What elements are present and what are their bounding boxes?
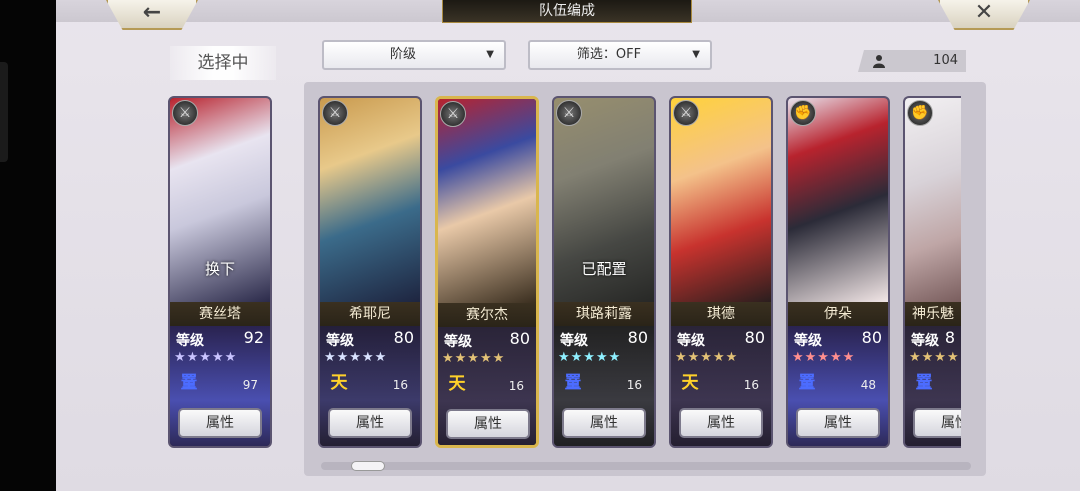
unit-name: 琪路莉露 bbox=[554, 302, 654, 326]
attributes-button[interactable]: 属性 bbox=[328, 408, 412, 438]
unit-card[interactable]: ⚔ 赛尔杰 等级 80 ★★★★★ 天 16 属性 bbox=[435, 96, 539, 448]
chevron-down-icon: ▼ bbox=[486, 49, 494, 60]
level-label: 等级 bbox=[176, 333, 204, 349]
unit-name: 伊朵 bbox=[788, 302, 888, 326]
level-label: 等级 bbox=[677, 333, 705, 349]
gauntlet-icon: ✊ bbox=[790, 100, 816, 126]
swap-out-label: 换下 bbox=[204, 260, 235, 278]
unit-card[interactable]: ⚔ 已配置 琪路莉露 等级 80 ★★★★★ 罿 16 属性 bbox=[552, 96, 656, 448]
unit-name: 赛尔杰 bbox=[438, 303, 536, 327]
star-rating: ★★★★★ bbox=[675, 350, 739, 365]
unit-count: 104 bbox=[858, 50, 966, 72]
level-label: 等级 bbox=[794, 333, 822, 349]
level-value: 80 bbox=[509, 329, 530, 348]
status-overlay-label: 已配置 bbox=[581, 260, 627, 278]
star-rating: ★★★★★ bbox=[324, 350, 388, 365]
level-value: 80 bbox=[627, 328, 648, 347]
sub-value: 48 bbox=[860, 378, 876, 392]
unit-name: 琪德 bbox=[671, 302, 771, 326]
star-rating: ★★★★★ bbox=[792, 350, 856, 365]
device-notch bbox=[0, 62, 8, 162]
party-formation-screen: ← 队伍编成 ✕ 选择中 阶级 ▼ 筛选：OFF ▼ 104 ⚔ 换下 赛丝塔 … bbox=[56, 0, 1080, 491]
sub-value: 16 bbox=[392, 378, 408, 392]
filter-dropdown-label: 筛选：OFF bbox=[576, 47, 642, 62]
attributes-button[interactable]: 属性 bbox=[796, 408, 880, 438]
unit-stats: 等级 80 ★★★★★ 天 16 属性 bbox=[671, 326, 771, 446]
sword-icon: ⚔ bbox=[322, 100, 348, 126]
level-label: 等级 bbox=[444, 334, 472, 350]
rank-badge-icon: 罿 bbox=[180, 373, 198, 393]
attributes-button[interactable]: 属性 bbox=[913, 408, 961, 438]
unit-stats: 等级 80 ★★★★★ 天 16 属性 bbox=[438, 327, 536, 445]
level-value: 8 bbox=[944, 328, 955, 347]
rank-badge-icon: 罿 bbox=[915, 373, 933, 393]
unit-stats: 等级 80 ★★★★★ 天 16 属性 bbox=[320, 326, 420, 446]
level-value: 80 bbox=[744, 328, 765, 347]
device-bezel bbox=[0, 0, 56, 491]
sword-icon: ⚔ bbox=[673, 100, 699, 126]
attributes-button[interactable]: 属性 bbox=[446, 409, 530, 439]
star-rating: ★★★★★ bbox=[174, 350, 238, 365]
rank-badge-icon: 罿 bbox=[798, 373, 816, 393]
close-button[interactable]: ✕ bbox=[938, 0, 1030, 30]
unit-name: 神乐魅 bbox=[905, 302, 961, 326]
filter-dropdown[interactable]: 筛选：OFF ▼ bbox=[528, 40, 712, 70]
sword-icon: ⚔ bbox=[556, 100, 582, 126]
rank-badge-icon: 天 bbox=[448, 374, 466, 394]
unit-count-value: 104 bbox=[933, 53, 958, 68]
selected-unit-card[interactable]: ⚔ 换下 赛丝塔 等级 92 ★★★★★ 罿 97 属性 bbox=[168, 96, 272, 448]
unit-portrait bbox=[788, 98, 888, 302]
star-rating: ★★★★★ bbox=[442, 351, 506, 366]
page-title: 队伍编成 bbox=[442, 0, 692, 23]
level-value: 80 bbox=[393, 328, 414, 347]
attributes-button[interactable]: 属性 bbox=[562, 408, 646, 438]
back-button[interactable]: ← bbox=[106, 0, 198, 30]
unit-portrait bbox=[438, 99, 536, 303]
level-label: 等级 bbox=[326, 333, 354, 349]
unit-name: 赛丝塔 bbox=[170, 302, 270, 326]
unit-portrait bbox=[320, 98, 420, 302]
star-rating: ★★★★★ bbox=[558, 350, 622, 365]
gauntlet-icon: ✊ bbox=[907, 100, 933, 126]
unit-card[interactable]: ⚔ 希耶尼 等级 80 ★★★★★ 天 16 属性 bbox=[318, 96, 422, 448]
level-value: 80 bbox=[861, 328, 882, 347]
scrollbar-thumb[interactable] bbox=[351, 461, 385, 471]
sort-dropdown-label: 阶级 bbox=[389, 47, 416, 62]
unit-stats: 等级 92 ★★★★★ 罿 97 属性 bbox=[170, 326, 270, 446]
unit-card[interactable]: ✊ 神乐魅 等级 8 ★★★★ 罿 属性 bbox=[903, 96, 961, 448]
back-arrow-icon: ← bbox=[142, 0, 162, 25]
unit-stats: 等级 8 ★★★★ 罿 属性 bbox=[905, 326, 961, 446]
attributes-button[interactable]: 属性 bbox=[679, 408, 763, 438]
unit-card[interactable]: ✊ 伊朵 等级 80 ★★★★★ 罿 48 属性 bbox=[786, 96, 890, 448]
horizontal-scrollbar[interactable] bbox=[321, 461, 971, 471]
selecting-label: 选择中 bbox=[170, 46, 276, 80]
rank-badge-icon: 天 bbox=[681, 373, 699, 393]
sub-value: 16 bbox=[626, 378, 642, 392]
level-label: 等级 bbox=[560, 333, 588, 349]
sub-value: 16 bbox=[743, 378, 759, 392]
unit-card[interactable]: ⚔ 琪德 等级 80 ★★★★★ 天 16 属性 bbox=[669, 96, 773, 448]
level-value: 92 bbox=[243, 328, 264, 347]
rank-badge-icon: 天 bbox=[330, 373, 348, 393]
close-icon: ✕ bbox=[974, 0, 994, 25]
attributes-button[interactable]: 属性 bbox=[178, 408, 262, 438]
rank-badge-icon: 罿 bbox=[564, 373, 582, 393]
star-rating: ★★★★ bbox=[909, 350, 960, 365]
sub-value: 97 bbox=[242, 378, 258, 392]
unit-stats: 等级 80 ★★★★★ 罿 16 属性 bbox=[554, 326, 654, 446]
sort-dropdown[interactable]: 阶级 ▼ bbox=[322, 40, 506, 70]
person-icon bbox=[873, 55, 885, 68]
level-label: 等级 bbox=[911, 333, 939, 349]
sword-icon: ⚔ bbox=[172, 100, 198, 126]
chevron-down-icon: ▼ bbox=[692, 49, 700, 60]
unit-portrait bbox=[671, 98, 771, 302]
sword-icon: ⚔ bbox=[440, 101, 466, 127]
unit-stats: 等级 80 ★★★★★ 罿 48 属性 bbox=[788, 326, 888, 446]
unit-name: 希耶尼 bbox=[320, 302, 420, 326]
unit-portrait bbox=[905, 98, 961, 302]
sub-value: 16 bbox=[508, 379, 524, 393]
